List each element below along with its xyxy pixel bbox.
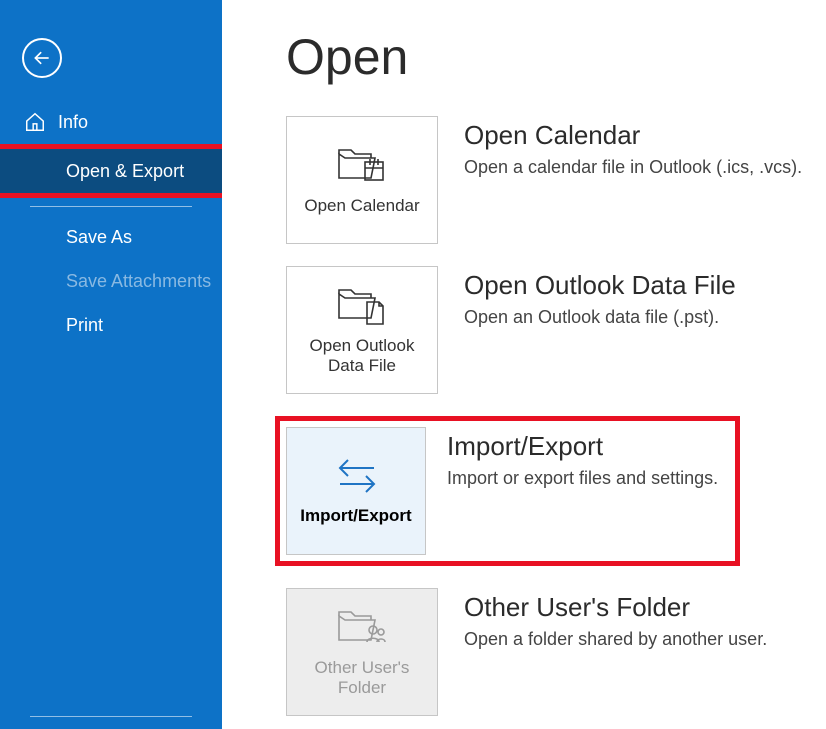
option-row-import-export: Import/Export Import/Export Import or ex… bbox=[286, 427, 729, 555]
option-row-other-users-folder: Other User's Folder Other User's Folder … bbox=[286, 588, 826, 716]
folder-calendar-icon bbox=[337, 144, 387, 186]
sidebar-item-label: Print bbox=[66, 315, 103, 336]
highlight-import-export: Import/Export Import/Export Import or ex… bbox=[275, 416, 740, 566]
option-description: Open a calendar file in Outlook (.ics, .… bbox=[464, 157, 802, 178]
option-description: Open a folder shared by another user. bbox=[464, 629, 767, 650]
sidebar-divider bbox=[30, 206, 192, 207]
option-heading: Import/Export bbox=[447, 431, 718, 462]
sidebar-item-info[interactable]: Info bbox=[0, 100, 222, 144]
sidebar-item-print[interactable]: Print bbox=[0, 303, 222, 347]
home-icon bbox=[24, 111, 46, 133]
sidebar-item-label: Open & Export bbox=[66, 161, 184, 182]
option-heading: Open Outlook Data File bbox=[464, 270, 736, 301]
back-button[interactable] bbox=[22, 38, 62, 78]
sidebar-item-open-export[interactable]: Open & Export bbox=[0, 149, 222, 193]
folder-user-icon bbox=[337, 606, 387, 648]
option-description: Import or export files and settings. bbox=[447, 468, 718, 489]
back-arrow-icon bbox=[32, 48, 52, 68]
sidebar-item-save-attachments: Save Attachments bbox=[0, 259, 222, 303]
sidebar-item-label: Save Attachments bbox=[66, 271, 211, 292]
sidebar-item-save-as[interactable]: Save As bbox=[0, 215, 222, 259]
tile-other-users-folder: Other User's Folder bbox=[286, 588, 438, 716]
tile-label: Open Outlook Data File bbox=[295, 336, 429, 377]
option-heading: Other User's Folder bbox=[464, 592, 767, 623]
tile-import-export[interactable]: Import/Export bbox=[286, 427, 426, 555]
tile-label: Import/Export bbox=[300, 506, 411, 526]
sidebar-item-label: Info bbox=[58, 112, 88, 133]
tile-label: Open Calendar bbox=[304, 196, 419, 216]
import-export-icon bbox=[332, 456, 380, 496]
option-desc-open-calendar: Open Calendar Open a calendar file in Ou… bbox=[464, 116, 802, 178]
option-row-open-calendar: Open Calendar Open Calendar Open a calen… bbox=[286, 116, 826, 244]
folder-file-icon bbox=[337, 284, 387, 326]
page-title: Open bbox=[286, 28, 826, 86]
option-desc-open-data-file: Open Outlook Data File Open an Outlook d… bbox=[464, 266, 736, 328]
option-description: Open an Outlook data file (.pst). bbox=[464, 307, 736, 328]
tile-open-data-file[interactable]: Open Outlook Data File bbox=[286, 266, 438, 394]
tile-open-calendar[interactable]: Open Calendar bbox=[286, 116, 438, 244]
main-panel: Open Open Calendar Open Calendar Open a … bbox=[222, 0, 826, 729]
option-desc-other-users-folder: Other User's Folder Open a folder shared… bbox=[464, 588, 767, 650]
option-heading: Open Calendar bbox=[464, 120, 802, 151]
sidebar-bottom-divider bbox=[30, 716, 192, 717]
highlight-open-export: Open & Export bbox=[0, 144, 227, 198]
tile-label: Other User's Folder bbox=[295, 658, 429, 699]
option-desc-import-export: Import/Export Import or export files and… bbox=[447, 427, 718, 489]
sidebar-item-label: Save As bbox=[66, 227, 132, 248]
sidebar: Info Open & Export Save As Save Attachme… bbox=[0, 0, 222, 729]
option-row-open-data-file: Open Outlook Data File Open Outlook Data… bbox=[286, 266, 826, 394]
